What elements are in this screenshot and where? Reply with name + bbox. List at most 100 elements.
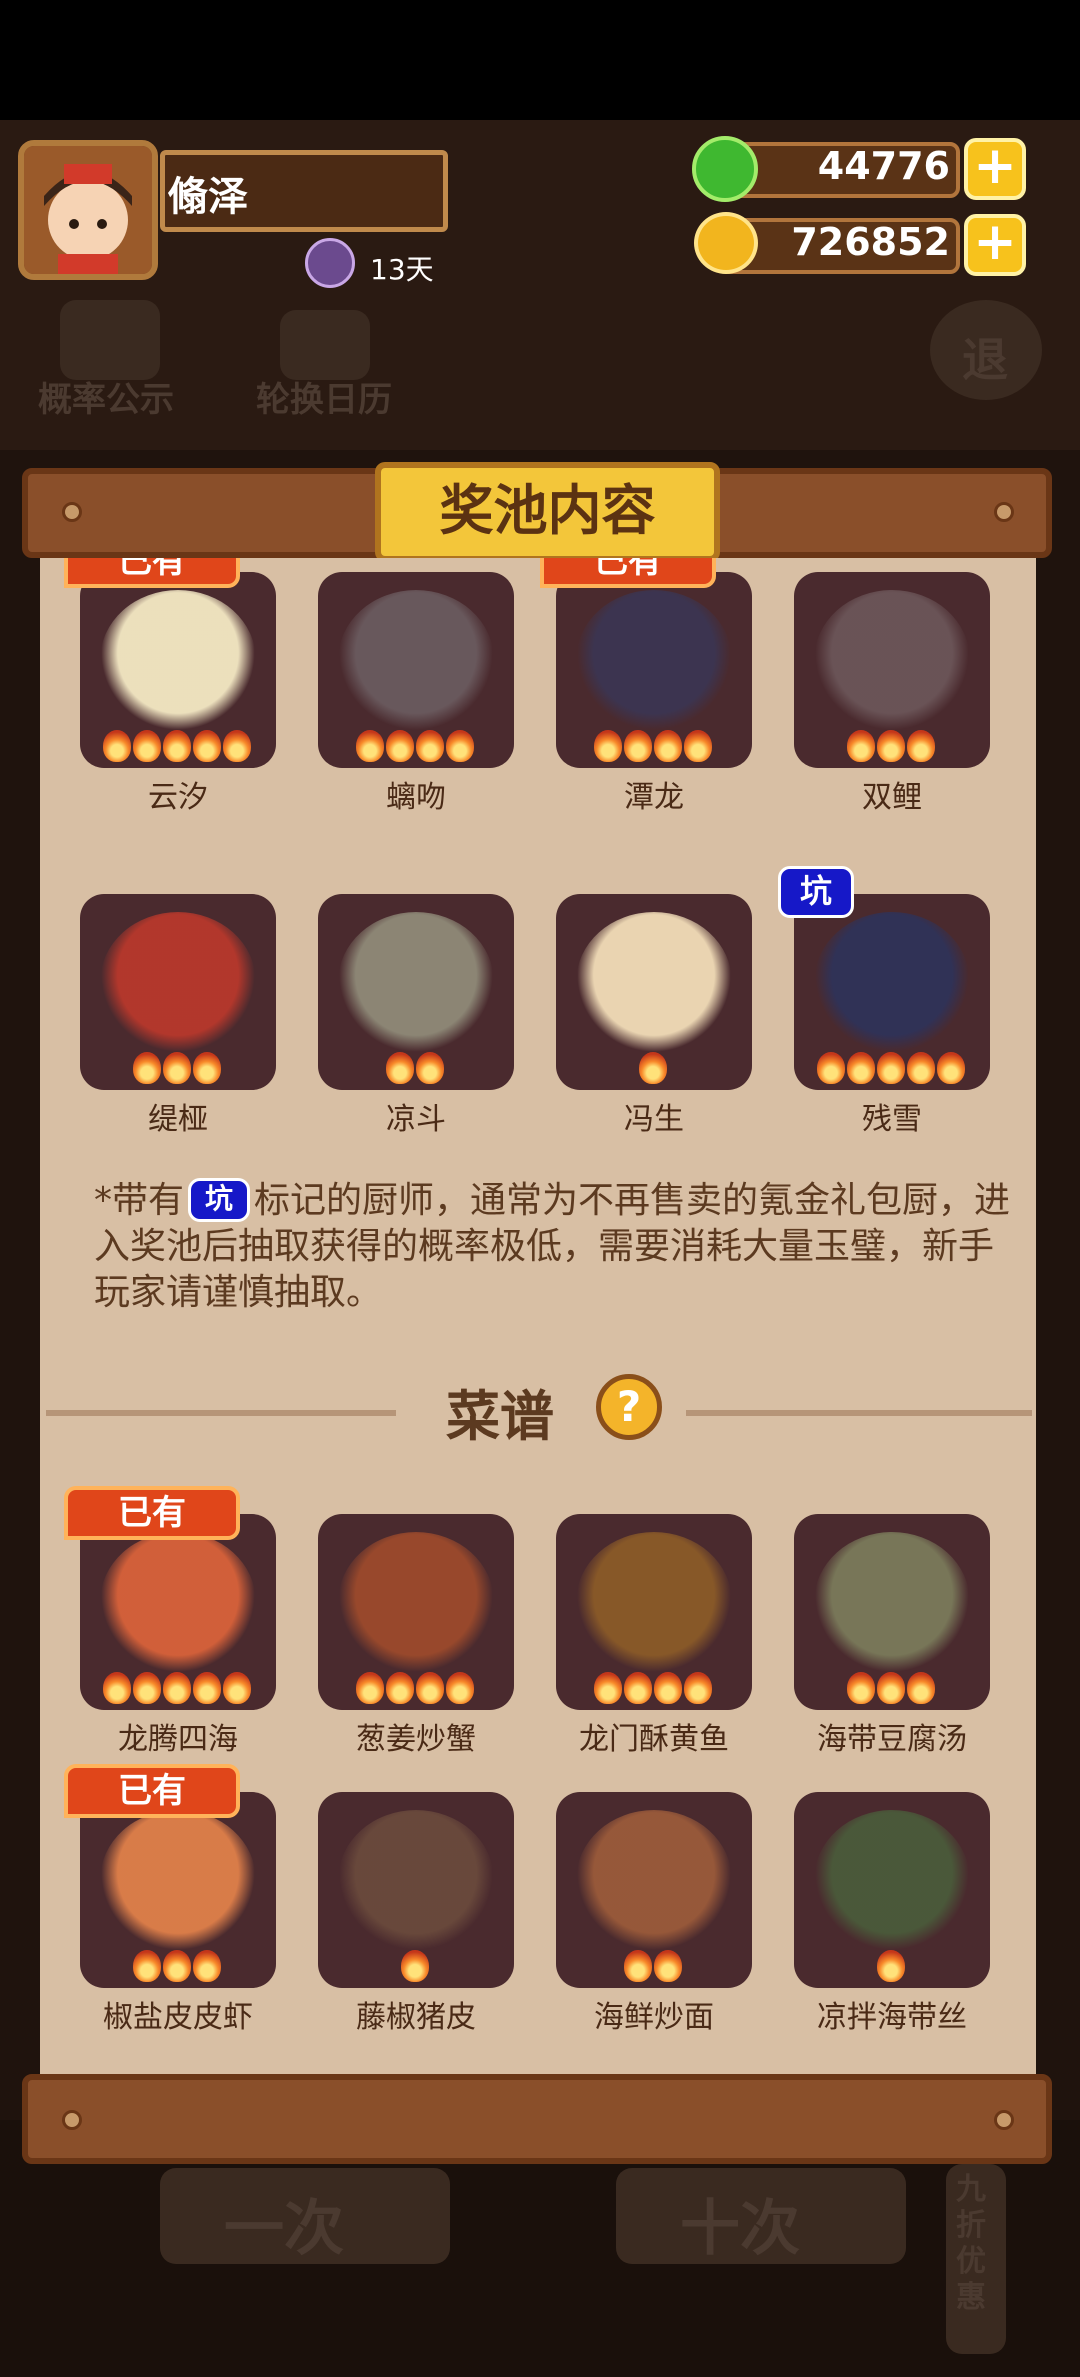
panel-title: 奖池内容 [375, 462, 720, 562]
nail-icon [62, 2110, 82, 2130]
owned-badge: 已有 [540, 558, 716, 588]
recipe-card[interactable] [318, 1514, 514, 1710]
chef-card[interactable] [556, 572, 752, 768]
chef-name: 缇桠 [148, 1102, 208, 1137]
chef-portrait-icon [338, 912, 494, 1052]
flame-icon [684, 730, 712, 762]
recipe-card[interactable] [794, 1514, 990, 1710]
chef-name: 云汐 [148, 780, 208, 815]
flame-icon [624, 1950, 652, 1982]
flame-icon [937, 1052, 965, 1084]
owned-badge: 已有 [64, 1764, 240, 1818]
owned-badge: 已有 [64, 1486, 240, 1540]
flame-icon [401, 1950, 429, 1982]
flame-icon [639, 1052, 667, 1084]
flame-icon [654, 730, 682, 762]
flame-icon [594, 1672, 622, 1704]
flame-icon [684, 1672, 712, 1704]
recipe-portrait-icon [100, 1532, 256, 1672]
recipe-name: 海带豆腐汤 [817, 1722, 967, 1757]
flame-icon [163, 1672, 191, 1704]
flame-icon [416, 1672, 444, 1704]
chef-card[interactable] [318, 894, 514, 1090]
flame-icon [133, 730, 161, 762]
flame-icon [223, 730, 251, 762]
recipe-name: 海鲜炒面 [594, 2000, 714, 2035]
chef-name: 冯生 [624, 1102, 684, 1137]
rarity-flames [847, 730, 935, 762]
flame-icon [133, 1672, 161, 1704]
chef-card[interactable] [318, 572, 514, 768]
flame-icon [356, 730, 384, 762]
chef-card[interactable] [80, 894, 276, 1090]
chef-name: 双鲤 [862, 780, 922, 815]
recipe-portrait-icon [576, 1810, 732, 1950]
add-jade-button[interactable]: + [964, 138, 1026, 200]
recipe-card[interactable] [318, 1792, 514, 1988]
rarity-flames [877, 1950, 905, 1982]
flame-icon [163, 1052, 191, 1084]
rarity-flames [594, 1672, 712, 1704]
exit-label: 退 [962, 333, 1008, 387]
rarity-flames [356, 730, 474, 762]
divider-right [686, 1410, 1032, 1416]
flame-icon [446, 730, 474, 762]
rarity-flames [133, 1950, 221, 1982]
flame-icon [624, 730, 652, 762]
rarity-flames [847, 1672, 935, 1704]
recipe-portrait-icon [100, 1810, 256, 1950]
chef-portrait-icon [576, 912, 732, 1052]
help-icon[interactable]: ? [596, 1374, 662, 1440]
chef-card[interactable] [556, 894, 752, 1090]
flame-icon [624, 1672, 652, 1704]
flame-icon [386, 1672, 414, 1704]
chef-card[interactable] [794, 894, 990, 1090]
player-avatar[interactable] [18, 140, 158, 280]
flame-icon [847, 1052, 875, 1084]
calendar-icon [280, 310, 370, 380]
recipe-card[interactable] [80, 1514, 276, 1710]
recipe-name: 凉拌海带丝 [817, 2000, 967, 2035]
rarity-flames [594, 730, 712, 762]
avatar-portrait-icon [24, 146, 152, 274]
rarity-flames [624, 1950, 682, 1982]
nail-icon [994, 2110, 1014, 2130]
calendar-button[interactable]: 轮换日历 [256, 372, 392, 421]
pit-note: *带有坑标记的厨师，通常为不再售卖的氪金礼包厨，进入奖池后抽取获得的概率极低，需… [94, 1178, 1014, 1316]
flame-icon [163, 730, 191, 762]
chef-name: 残雪 [862, 1102, 922, 1137]
rarity-flames [356, 1672, 474, 1704]
recipe-card[interactable] [556, 1514, 752, 1710]
recipe-portrait-icon [814, 1810, 970, 1950]
player-name: 翛泽 [168, 174, 248, 220]
recipe-card[interactable] [556, 1792, 752, 1988]
recipe-name: 龙腾四海 [118, 1722, 238, 1757]
recipe-portrait-icon [338, 1532, 494, 1672]
discount-label: 九折优惠 [956, 2172, 986, 2315]
ten-draw-label: 十次 [680, 2194, 800, 2264]
rarity-flames [133, 1052, 221, 1084]
probability-button[interactable]: 概率公示 [38, 372, 174, 421]
rarity-flames [103, 730, 251, 762]
recipes-title: 菜谱 [446, 1385, 554, 1448]
jade-icon [692, 136, 758, 202]
coin-icon [694, 212, 758, 274]
flame-icon [193, 1950, 221, 1982]
flame-icon [193, 730, 221, 762]
flame-icon [907, 1672, 935, 1704]
rarity-flames [103, 1672, 251, 1704]
recipe-portrait-icon [814, 1532, 970, 1672]
chef-name: 潭龙 [624, 780, 684, 815]
recipe-card[interactable] [794, 1792, 990, 1988]
note-prefix: *带有 [94, 1180, 185, 1221]
flame-icon [654, 1950, 682, 1982]
nail-icon [62, 502, 82, 522]
chef-card[interactable] [80, 572, 276, 768]
add-coin-button[interactable]: + [964, 214, 1026, 276]
recipe-name: 葱姜炒蟹 [356, 1722, 476, 1757]
divider-left [46, 1410, 396, 1416]
chef-card[interactable] [794, 572, 990, 768]
prize-pool-panel[interactable]: 云汐 已有 螭吻 潭龙 已有 双鲤 缇桠 凉斗 冯生 残雪坑 *带有坑标记的厨师，通常为不再售卖的… [40, 558, 1036, 2074]
login-days-icon [305, 238, 355, 288]
recipe-card[interactable] [80, 1792, 276, 1988]
